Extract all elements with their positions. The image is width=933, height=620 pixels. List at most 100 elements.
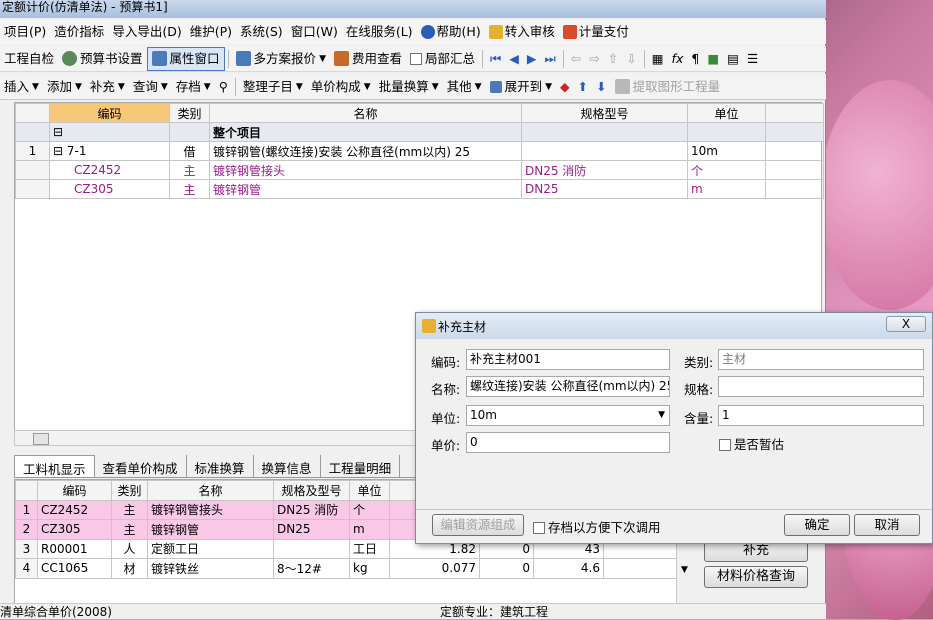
- name-cell[interactable]: 镀锌钢管(螺纹连接)安装 公称直径(mm以内) 25: [209, 141, 522, 161]
- table-row[interactable]: CZ305 主 镀锌钢管 DN25 m: [15, 179, 824, 199]
- nav-prev-button[interactable]: ◀: [505, 48, 523, 70]
- insert-button[interactable]: 插入 ▼: [0, 76, 43, 98]
- close-button[interactable]: X: [886, 316, 926, 332]
- col-header-unit[interactable]: 单位: [349, 480, 390, 501]
- value-cell[interactable]: 0: [479, 558, 534, 579]
- code-cell[interactable]: R00001: [37, 538, 112, 559]
- tree-toggle[interactable]: ⊟: [49, 122, 170, 142]
- menu-payment[interactable]: 计量支付: [559, 21, 633, 43]
- menu-import-export[interactable]: 导入导出(D): [108, 21, 185, 43]
- menu-system[interactable]: 系统(S): [236, 21, 287, 43]
- nav-last-button[interactable]: ⏭: [541, 48, 560, 70]
- menu-cost-index[interactable]: 造价指标: [50, 21, 108, 43]
- col-header-code[interactable]: 编码: [49, 103, 170, 123]
- spec-cell[interactable]: [521, 122, 688, 142]
- name-cell[interactable]: 定额工日: [147, 538, 274, 559]
- type-cell[interactable]: 主: [169, 179, 210, 199]
- code-cell[interactable]: CC1065: [37, 558, 112, 579]
- material-price-query-button[interactable]: 材料价格查询: [704, 566, 808, 588]
- cube-icon[interactable]: ■: [703, 48, 723, 70]
- type-cell[interactable]: 主: [111, 499, 148, 520]
- name-cell[interactable]: 整个项目: [209, 122, 522, 142]
- code-cell[interactable]: CZ305: [37, 519, 112, 540]
- archive-button[interactable]: 存档 ▼: [172, 76, 215, 98]
- tab-standard-conversion[interactable]: 标准换算: [186, 455, 254, 477]
- table-row[interactable]: CZ2452 主 镀锌钢管接头 DN25 消防 个: [15, 160, 824, 180]
- value-cell[interactable]: 0.077: [389, 558, 480, 579]
- tab-materials[interactable]: 工料机显示: [14, 455, 95, 477]
- spec-cell[interactable]: DN25 消防: [521, 160, 688, 180]
- unit-cell[interactable]: 工日: [349, 538, 390, 559]
- left-splitter[interactable]: [3, 100, 13, 430]
- type-cell[interactable]: 主: [111, 519, 148, 540]
- nav-next-button[interactable]: ▶: [523, 48, 541, 70]
- value-cell[interactable]: 4.6: [533, 558, 604, 579]
- type-cell[interactable]: [169, 122, 210, 142]
- spec-field[interactable]: [718, 376, 924, 397]
- table-row[interactable]: 1 ⊟ 7-1 借 镀锌钢管(螺纹连接)安装 公称直径(mm以内) 25 10m: [15, 141, 824, 161]
- tab-price-composition[interactable]: 查看单价构成: [94, 455, 187, 477]
- col-header-extra[interactable]: [765, 103, 824, 123]
- col-header-code[interactable]: 编码: [37, 480, 112, 501]
- type-cell[interactable]: 人: [111, 538, 148, 559]
- col-header-name[interactable]: 名称: [147, 480, 274, 501]
- qty-field[interactable]: 1: [718, 405, 924, 426]
- col-header-type[interactable]: 类别: [111, 480, 148, 501]
- unit-cell[interactable]: m: [349, 519, 390, 540]
- tab-quantity-detail[interactable]: 工程量明细: [320, 455, 401, 477]
- spec-cell[interactable]: [273, 538, 350, 559]
- move-left-button[interactable]: ⇦: [567, 48, 585, 70]
- extra-cell[interactable]: [765, 179, 824, 199]
- type-cell[interactable]: 主: [169, 160, 210, 180]
- ok-button[interactable]: 确定: [784, 514, 850, 536]
- menu-audit[interactable]: 转入审核: [485, 21, 559, 43]
- col-header-type[interactable]: 类别: [169, 103, 210, 123]
- scroll-down-icon[interactable]: ▼: [681, 565, 688, 575]
- estimate-checkbox[interactable]: 是否暂估: [719, 434, 784, 453]
- arrow-up-icon[interactable]: ⬆: [574, 76, 592, 98]
- move-right-button[interactable]: ⇨: [585, 48, 603, 70]
- unit-cell[interactable]: 个: [687, 160, 766, 180]
- fill-color-icon[interactable]: ◆: [556, 76, 574, 98]
- code-field[interactable]: 补充主材001: [466, 349, 670, 370]
- name-field[interactable]: 螺纹连接)安装 公称直径(mm以内) 25: [466, 376, 670, 397]
- self-check-button[interactable]: 工程自检: [0, 48, 58, 70]
- spec-cell[interactable]: 8～12#: [273, 558, 350, 579]
- code-cell[interactable]: ⊟ 7-1: [49, 141, 170, 161]
- name-cell[interactable]: 镀锌钢管: [209, 179, 522, 199]
- extra-cell[interactable]: [765, 141, 824, 161]
- budget-settings-button[interactable]: 预算书设置: [58, 48, 147, 70]
- list-icon[interactable]: ☰: [743, 48, 762, 70]
- menu-help[interactable]: 帮助(H): [417, 21, 485, 43]
- menu-window[interactable]: 窗口(W): [287, 21, 342, 43]
- tab-conversion-info[interactable]: 换算信息: [253, 455, 321, 477]
- col-header-name[interactable]: 名称: [209, 103, 522, 123]
- corner-cell[interactable]: [15, 103, 50, 123]
- calculator-icon[interactable]: ▦: [648, 48, 668, 70]
- name-cell[interactable]: 镀锌钢管接头: [147, 499, 274, 520]
- expand-button[interactable]: 展开到 ▼: [486, 76, 556, 98]
- unit-cell[interactable]: 10m: [687, 141, 766, 161]
- menu-project[interactable]: 项目(P): [0, 21, 50, 43]
- extra-cell[interactable]: [765, 122, 824, 142]
- extract-quantity-button[interactable]: 提取图形工程量: [611, 76, 725, 98]
- col-header-unit[interactable]: 单位: [687, 103, 766, 123]
- table-row[interactable]: 4 CC1065 材 镀锌铁丝 8～12# kg 0.077 0 4.6: [15, 558, 685, 579]
- spec-cell[interactable]: DN25 消防: [273, 499, 350, 520]
- tree-toggle[interactable]: ⊟: [53, 144, 67, 158]
- corner-cell[interactable]: [15, 480, 38, 501]
- price-composition-button[interactable]: 单价构成 ▼: [307, 76, 375, 98]
- save-archive-checkbox[interactable]: 存档以方便下次调用: [533, 517, 661, 536]
- unit-cell[interactable]: 个: [349, 499, 390, 520]
- supplement-button[interactable]: 补充 ▼: [86, 76, 129, 98]
- name-cell[interactable]: 镀锌钢管: [147, 519, 274, 540]
- add-button[interactable]: 添加 ▼: [43, 76, 86, 98]
- nav-first-button[interactable]: ⏮: [486, 48, 505, 70]
- name-cell[interactable]: 镀锌钢管接头: [209, 160, 522, 180]
- edit-resource-button[interactable]: 编辑资源组成: [432, 514, 524, 536]
- value-cell[interactable]: [603, 558, 685, 579]
- partial-summary-checkbox[interactable]: 局部汇总: [406, 48, 479, 70]
- cancel-button[interactable]: 取消: [854, 514, 920, 536]
- unit-cell[interactable]: [687, 122, 766, 142]
- extra-cell[interactable]: [765, 160, 824, 180]
